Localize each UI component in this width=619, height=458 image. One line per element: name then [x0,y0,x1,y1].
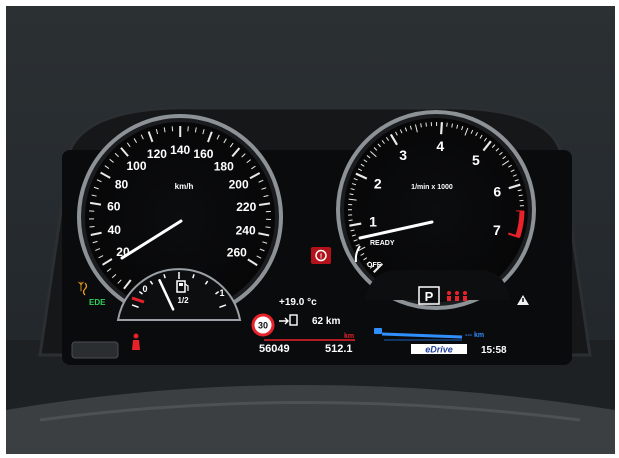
tachometer-tick [420,123,422,128]
parking-brake-icon: ! [311,247,331,264]
odometer: 56049 [259,343,290,355]
speed-limit-value: 30 [258,321,268,331]
tachometer-tick-label: 6 [493,184,501,200]
range-value: 62 km [312,316,340,327]
tachometer-tick [440,122,444,135]
speedometer-unit: km/h [175,182,194,191]
eco-pro-indicator: EDE [89,298,106,307]
speedometer-tick-label: 180 [214,159,234,173]
speedometer-tick-label: 40 [108,223,122,237]
edrive-logo: eDrive [411,344,467,355]
reset-button[interactable] [71,341,119,359]
battery-plug-icon [374,328,382,334]
electric-range-value: --- km [465,332,484,339]
speedometer-tick-label: 100 [127,159,147,173]
speedometer-tick-label: 80 [115,177,129,191]
speedometer-tick [89,225,95,228]
tachometer-tick-label: 4 [436,138,444,154]
speedometer-tick-label: 140 [170,143,190,157]
speedometer-tick-label: 120 [147,147,167,161]
km-unit-label: km [344,333,354,340]
clock: 15:58 [481,345,507,356]
fuel-full-label: 1 [219,288,224,298]
gear-panel [365,270,510,300]
speedometer-tick-label: 160 [193,147,213,161]
fuel-empty-label: 0 [142,284,147,294]
speedometer-tick [265,226,271,228]
tachometer-tick-label: 7 [493,222,501,238]
tachometer-tick [446,122,448,127]
tachometer-unit: 1/min x 1000 [411,184,453,191]
edrive-label: eDrive [425,345,453,355]
svg-text:!: ! [320,254,322,261]
fuel-half-label: 1/2 [177,296,189,305]
speedometer-tick-label: 260 [227,246,247,260]
speedometer-tick-label: 200 [229,178,249,192]
tachometer-tick-label: 5 [472,152,480,168]
speedometer-tick-label: 240 [236,224,256,238]
speedometer-tick-label: 220 [236,200,256,214]
outside-temperature: +19.0 °c [279,297,317,308]
ready-label: READY [370,240,395,247]
seat-belt-warning-icon [447,291,467,301]
tachometer-tick-label: 2 [374,176,382,192]
off-label: OFF [367,262,382,269]
tachometer-tick-label: 3 [399,147,407,163]
speedometer-tick-label: 60 [107,200,121,214]
speed-limit-sign: 30 [251,313,275,337]
tachometer-tick [518,194,523,197]
trip-meter: 512.1 [325,343,353,355]
tachometer-tick-label: 1 [369,213,377,229]
gear-label: P [425,289,434,304]
